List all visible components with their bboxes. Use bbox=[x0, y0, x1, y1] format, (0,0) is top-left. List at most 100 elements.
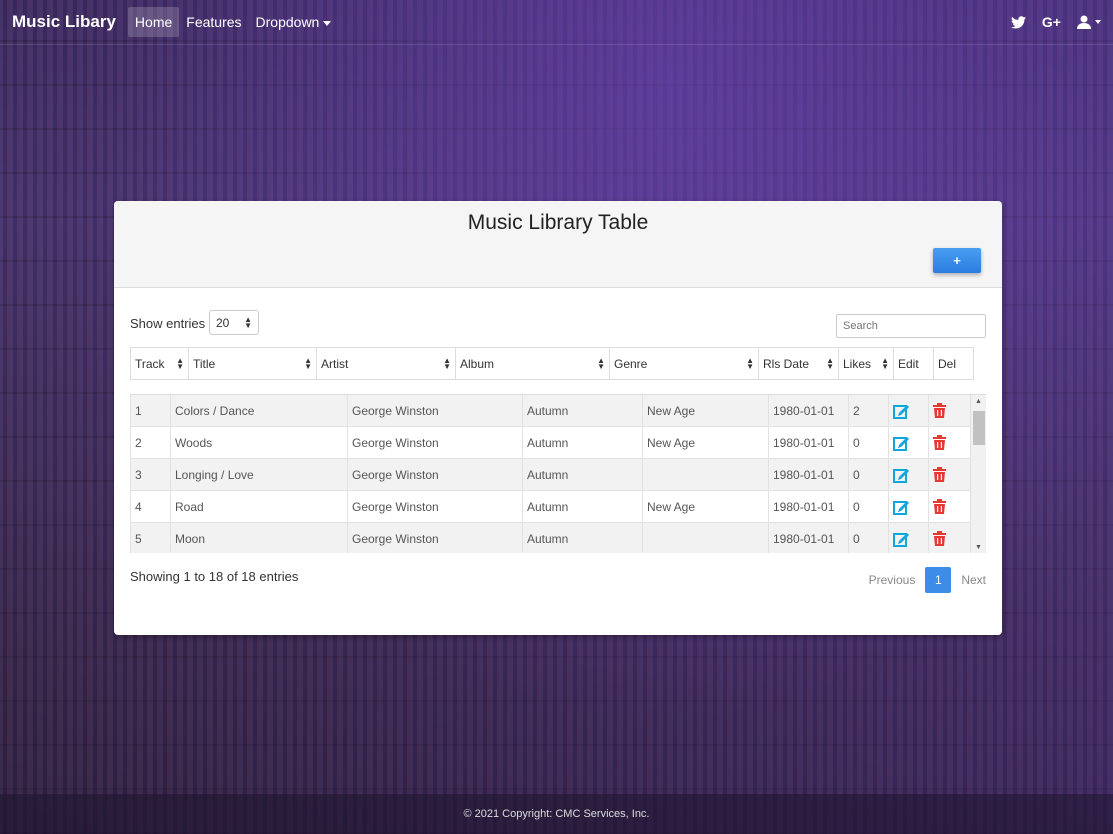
edit-icon[interactable] bbox=[893, 531, 910, 547]
column-label: Genre bbox=[614, 356, 648, 371]
page-title: Music Library Table bbox=[467, 211, 649, 234]
cell-genre: New Age bbox=[642, 395, 768, 426]
cell-track: 4 bbox=[130, 491, 170, 522]
column-label: Album bbox=[460, 356, 495, 371]
previous-button[interactable]: Previous bbox=[869, 573, 916, 587]
column-header-title[interactable]: Title ▲ ▼ bbox=[188, 348, 316, 379]
table-scrollbar[interactable]: ▲ ▼ bbox=[970, 395, 986, 553]
music-library-card: Music Library Table + Show entries 20 ▲ ▼… bbox=[114, 201, 1002, 635]
add-track-button[interactable]: + bbox=[933, 248, 981, 273]
caret-down-icon bbox=[1095, 20, 1101, 24]
cell-date: 1980-01-01 bbox=[768, 395, 848, 426]
table-body[interactable]: 1 Colors / Dance George Winston Autumn New A… bbox=[130, 394, 986, 553]
brand-logo[interactable]: Music Libary bbox=[12, 12, 116, 32]
cell-title: Woods bbox=[170, 427, 347, 458]
user-icon[interactable] bbox=[1077, 15, 1101, 29]
nav-dropdown[interactable]: Dropdown bbox=[249, 7, 339, 37]
nav-dropdown-label: Dropdown bbox=[255, 14, 320, 30]
cell-album: Autumn bbox=[522, 491, 642, 522]
cell-track: 3 bbox=[130, 459, 170, 490]
cell-track: 5 bbox=[130, 523, 170, 553]
cell-artist: George Winston bbox=[347, 523, 522, 553]
cell-likes: 0 bbox=[848, 427, 888, 458]
cell-artist: George Winston bbox=[347, 427, 522, 458]
sort-icon: ▲ ▼ bbox=[826, 355, 834, 371]
edit-icon[interactable] bbox=[893, 499, 910, 515]
cell-edit bbox=[888, 491, 928, 522]
cell-likes: 0 bbox=[848, 523, 888, 553]
column-label: Artist bbox=[321, 356, 349, 371]
trash-icon[interactable] bbox=[933, 531, 946, 546]
next-button[interactable]: Next bbox=[961, 573, 986, 587]
cell-edit bbox=[888, 395, 928, 426]
nav-home[interactable]: Home bbox=[127, 7, 180, 37]
column-header-likes[interactable]: Likes ▲ ▼ bbox=[838, 348, 893, 379]
column-label: Edit bbox=[898, 356, 919, 371]
cell-album: Autumn bbox=[522, 395, 642, 426]
cell-likes: 2 bbox=[848, 395, 888, 426]
cell-title: Moon bbox=[170, 523, 347, 553]
cell-artist: George Winston bbox=[347, 395, 522, 426]
column-header-genre[interactable]: Genre ▲ ▼ bbox=[609, 348, 758, 379]
google-plus-icon[interactable]: G+ bbox=[1042, 14, 1061, 30]
cell-del bbox=[928, 395, 968, 426]
column-header-rls-date[interactable]: Rls Date ▲ ▼ bbox=[758, 348, 838, 379]
column-header-album[interactable]: Album ▲ ▼ bbox=[455, 348, 609, 379]
cell-title: Colors / Dance bbox=[170, 395, 347, 426]
cell-album: Autumn bbox=[522, 459, 642, 490]
trash-icon[interactable] bbox=[933, 435, 946, 450]
edit-icon[interactable] bbox=[893, 403, 910, 419]
trash-icon[interactable] bbox=[933, 467, 946, 482]
table-row: 1 Colors / Dance George Winston Autumn New A… bbox=[130, 395, 986, 427]
site-footer: © 2021 Copyright: CMC Services, Inc. bbox=[0, 794, 1113, 834]
pagination: Previous 1 Next bbox=[869, 567, 986, 593]
scroll-up-icon[interactable]: ▲ bbox=[975, 398, 982, 405]
edit-icon[interactable] bbox=[893, 467, 910, 483]
cell-date: 1980-01-01 bbox=[768, 427, 848, 458]
column-header-artist[interactable]: Artist ▲ ▼ bbox=[316, 348, 455, 379]
page-1-button[interactable]: 1 bbox=[925, 567, 952, 593]
cell-edit bbox=[888, 427, 928, 458]
cell-title: Road bbox=[170, 491, 347, 522]
cell-track: 1 bbox=[130, 395, 170, 426]
scroll-thumb[interactable] bbox=[973, 411, 985, 445]
cell-album: Autumn bbox=[522, 427, 642, 458]
cell-edit bbox=[888, 523, 928, 553]
select-arrows-icon: ▲ ▼ bbox=[244, 314, 252, 330]
cell-artist: George Winston bbox=[347, 459, 522, 490]
twitter-icon[interactable] bbox=[1010, 15, 1026, 29]
column-header-del: Del bbox=[933, 348, 974, 379]
trash-icon[interactable] bbox=[933, 499, 946, 514]
scroll-down-icon[interactable]: ▼ bbox=[975, 544, 982, 551]
sort-icon: ▲ ▼ bbox=[443, 355, 451, 371]
cell-genre: New Age bbox=[642, 427, 768, 458]
column-header-track[interactable]: Track ▲ ▼ bbox=[130, 348, 188, 379]
show-entries-label: Show entries bbox=[130, 316, 206, 331]
nav-right: G+ bbox=[1010, 14, 1101, 30]
caret-down-icon bbox=[323, 20, 332, 26]
column-label: Title bbox=[193, 356, 216, 371]
entries-info: Showing 1 to 18 of 18 entries bbox=[130, 569, 299, 584]
cell-album: Autumn bbox=[522, 523, 642, 553]
edit-icon[interactable] bbox=[893, 435, 910, 451]
table-row: 4 Road George Winston Autumn New Age 1980-01-… bbox=[130, 491, 986, 523]
entries-select[interactable]: 20 ▲ ▼ bbox=[209, 310, 259, 335]
cell-track: 2 bbox=[130, 427, 170, 458]
table-row: 5 Moon George Winston Autumn 1980-01-01 0 bbox=[130, 523, 986, 553]
cell-likes: 0 bbox=[848, 491, 888, 522]
cell-del bbox=[928, 459, 968, 490]
column-label: Track bbox=[135, 356, 165, 371]
cell-del bbox=[928, 427, 968, 458]
cell-genre: New Age bbox=[642, 491, 768, 522]
trash-icon[interactable] bbox=[933, 403, 946, 418]
column-label: Rls Date bbox=[763, 356, 810, 371]
sort-icon: ▲ ▼ bbox=[881, 355, 889, 371]
cell-date: 1980-01-01 bbox=[768, 491, 848, 522]
cell-date: 1980-01-01 bbox=[768, 459, 848, 490]
table-controls: Show entries 20 ▲ ▼ bbox=[130, 310, 986, 340]
search-input[interactable] bbox=[836, 314, 986, 338]
sort-icon: ▲ ▼ bbox=[597, 355, 605, 371]
table-row: 3 Longing / Love George Winston Autumn 1980-… bbox=[130, 459, 986, 491]
sort-icon: ▲ ▼ bbox=[746, 355, 754, 371]
nav-features[interactable]: Features bbox=[179, 7, 248, 37]
